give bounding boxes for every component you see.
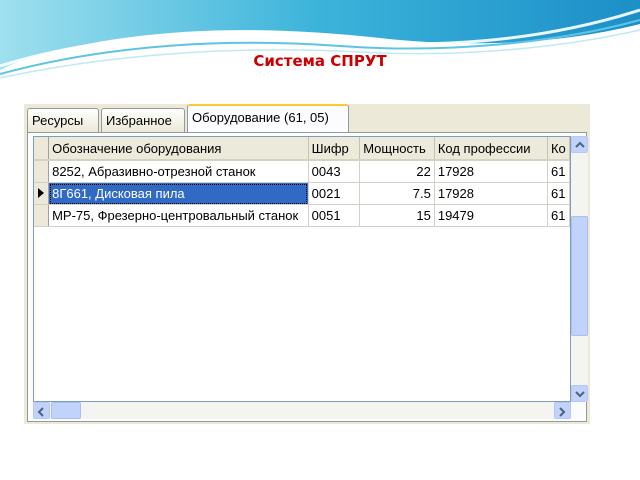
cell-code[interactable]: 0051 (308, 204, 361, 227)
equipment-window: Ресурсы Избранное Оборудование (61, 05) … (24, 104, 590, 424)
scroll-up-button[interactable] (571, 136, 588, 153)
table-row-selected[interactable]: 8Г661, Дисковая пила 0021 7.5 17928 61 (34, 182, 570, 205)
tab-resources[interactable]: Ресурсы (27, 108, 99, 132)
row-indicator (34, 182, 50, 205)
column-header-name[interactable]: Обозначение оборудования (48, 137, 309, 161)
slide-title: Система СПРУТ (253, 52, 387, 70)
cell-power[interactable]: 22 (359, 160, 435, 183)
cell-extra[interactable]: 61 (547, 160, 570, 183)
horizontal-scrollbar[interactable] (33, 402, 571, 419)
chevron-right-icon (559, 407, 566, 417)
grid-header-row: Обозначение оборудования Шифр Мощность К… (34, 137, 570, 161)
equipment-grid: Обозначение оборудования Шифр Мощность К… (33, 136, 571, 402)
tab-equipment[interactable]: Оборудование (61, 05) (187, 104, 349, 132)
cell-profession-code[interactable]: 19479 (434, 204, 548, 227)
tab-favorites[interactable]: Избранное (101, 108, 185, 132)
chevron-up-icon (575, 141, 585, 148)
table-row[interactable]: 8252, Абразивно-отрезной станок 0043 22 … (34, 160, 570, 183)
horizontal-scroll-thumb[interactable] (51, 402, 81, 419)
cell-power[interactable]: 15 (359, 204, 435, 227)
column-header-code[interactable]: Шифр (308, 137, 361, 161)
vertical-scroll-thumb[interactable] (571, 216, 588, 336)
cell-code[interactable]: 0021 (308, 182, 361, 205)
cell-name[interactable]: 8Г661, Дисковая пила (48, 182, 309, 205)
scroll-left-button[interactable] (33, 402, 50, 419)
column-header-profession-code[interactable]: Код профессии (434, 137, 548, 161)
tab-panel: Обозначение оборудования Шифр Мощность К… (27, 132, 588, 422)
cell-name[interactable]: МР-75, Фрезерно-центровальный станок (48, 204, 309, 227)
cell-extra[interactable]: 61 (547, 204, 570, 227)
column-header-power[interactable]: Мощность (359, 137, 435, 161)
cell-code[interactable]: 0043 (308, 160, 361, 183)
column-header-extra[interactable]: Ко (547, 137, 570, 161)
scroll-down-button[interactable] (571, 385, 588, 402)
table-row[interactable]: МР-75, Фрезерно-центровальный станок 005… (34, 204, 570, 227)
cell-power[interactable]: 7.5 (359, 182, 435, 205)
vertical-scrollbar[interactable] (571, 136, 588, 402)
triangle-right-icon (38, 188, 45, 198)
cell-extra[interactable]: 61 (547, 182, 570, 205)
chevron-left-icon (37, 407, 44, 417)
row-indicator (34, 204, 50, 227)
row-indicator (34, 160, 50, 183)
cell-name[interactable]: 8252, Абразивно-отрезной станок (48, 160, 309, 183)
cell-profession-code[interactable]: 17928 (434, 160, 548, 183)
chevron-down-icon (575, 391, 585, 398)
header-indicator-cell (34, 137, 50, 161)
cell-profession-code[interactable]: 17928 (434, 182, 548, 205)
scroll-right-button[interactable] (554, 402, 571, 419)
